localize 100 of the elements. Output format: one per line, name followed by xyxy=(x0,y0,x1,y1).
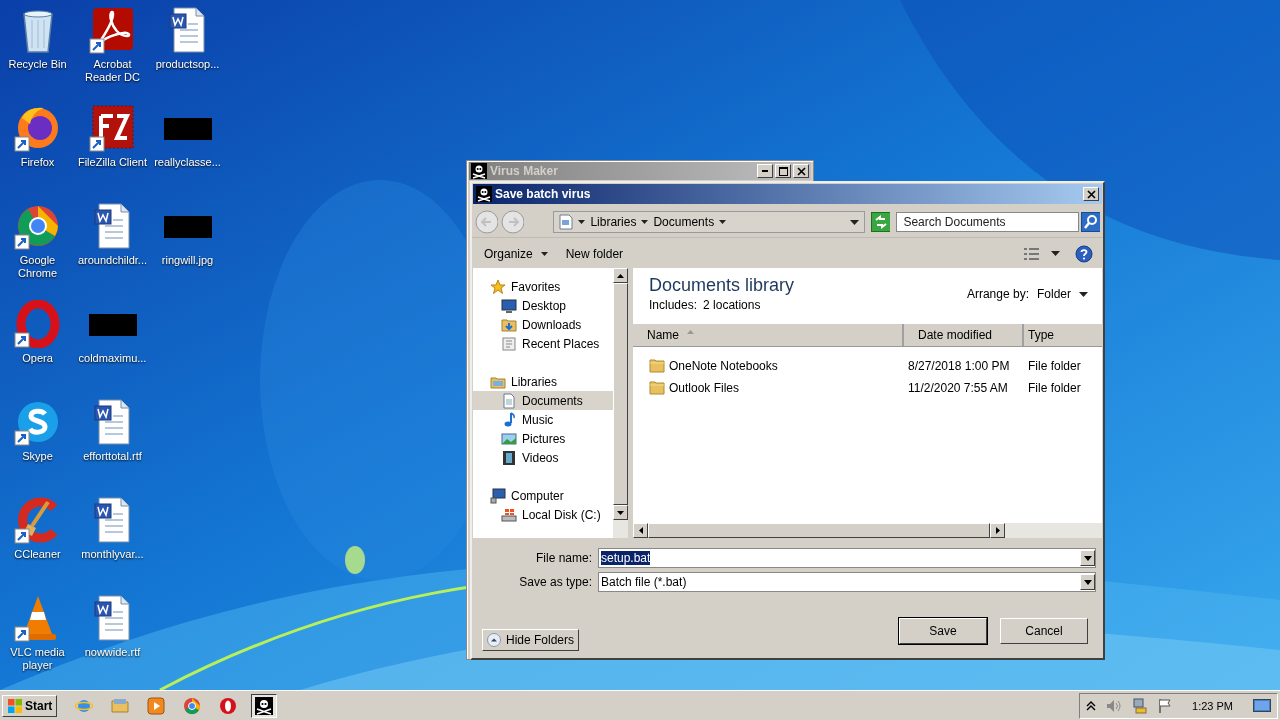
dialog-button[interactable]: Cancel xyxy=(1000,618,1088,644)
search-icon[interactable] xyxy=(1080,212,1100,232)
hide-folders-button[interactable]: Hide Folders xyxy=(482,629,580,651)
desktop-icon-label[interactable]: monthlyvar... xyxy=(75,548,150,561)
windows-logo-icon xyxy=(7,697,23,714)
tree-item[interactable]: Documents xyxy=(473,391,613,410)
download-folder-icon xyxy=(501,316,517,333)
start-button[interactable]: Start xyxy=(2,694,58,717)
chevron-up-icon[interactable] xyxy=(1086,700,1097,711)
tree-item[interactable]: Videos xyxy=(473,448,613,467)
dropdown-arrow-icon[interactable] xyxy=(540,252,548,256)
library-title: Documents library xyxy=(649,275,795,296)
arrange-dropdown[interactable]: Folder xyxy=(1033,285,1092,303)
breadcrumb-item[interactable]: Libraries xyxy=(590,215,637,229)
close-button[interactable] xyxy=(1083,187,1099,201)
tree-item[interactable]: Computer xyxy=(473,486,613,505)
tree-item[interactable]: Desktop xyxy=(473,296,613,315)
new-folder-button[interactable]: New folder xyxy=(561,245,628,263)
search-field[interactable]: Search Documents xyxy=(896,212,1079,232)
arrow-left-icon[interactable] xyxy=(638,527,643,534)
desktop-icon-label[interactable]: Acrobat Reader DC xyxy=(75,58,150,84)
picture-icon xyxy=(501,430,517,447)
chevron-up-icon xyxy=(487,633,501,647)
table-cell-text: File folder xyxy=(1027,381,1082,395)
column-header[interactable]: Date modified xyxy=(904,324,1024,346)
close-icon xyxy=(1086,189,1096,199)
window-title: Virus Maker xyxy=(490,164,559,178)
scrollbar[interactable] xyxy=(633,523,1102,538)
dropdown-arrow-icon[interactable] xyxy=(1079,291,1088,297)
dropdown-arrow-icon[interactable] xyxy=(1083,555,1092,561)
browser-icon xyxy=(183,696,202,715)
desktop-icon-label[interactable]: Firefox xyxy=(0,156,75,169)
breadcrumb-item[interactable]: Documents xyxy=(653,215,715,229)
dropdown-arrow-icon[interactable] xyxy=(641,220,649,224)
document-icon xyxy=(501,392,517,409)
desktop-icon-label[interactable]: Recycle Bin xyxy=(0,58,75,71)
dropdown-arrow-icon[interactable] xyxy=(719,220,727,224)
column-header[interactable]: Name xyxy=(633,324,904,346)
dropdown-arrow-icon[interactable] xyxy=(1083,579,1092,585)
file-name-cell[interactable]: Outlook Files xyxy=(633,380,904,396)
desktop-icon-label[interactable]: efforttotal.rtf xyxy=(75,450,150,463)
column-header[interactable]: Type xyxy=(1024,324,1102,346)
flag-icon[interactable] xyxy=(1158,697,1173,714)
file-name-cell[interactable]: OneNote Notebooks xyxy=(633,358,904,374)
refresh-button[interactable] xyxy=(871,212,891,232)
arrow-up-icon[interactable] xyxy=(617,273,624,278)
address-bar[interactable]: Libraries Documents xyxy=(553,211,866,233)
arrange-label: Arrange by: xyxy=(966,287,1029,301)
browser-icon xyxy=(219,696,238,715)
table-cell-text: 8/27/2018 1:00 PM xyxy=(907,359,1011,373)
desktop-icon-label[interactable]: FileZilla Client xyxy=(75,156,150,169)
monitor-icon xyxy=(501,297,517,314)
tree-item[interactable]: Local Disk (C:) xyxy=(473,505,613,524)
tree-item[interactable]: Favorites xyxy=(473,277,613,296)
document-icon xyxy=(559,214,574,230)
arrow-right-icon[interactable] xyxy=(995,527,1000,534)
desktop-icon-label[interactable]: aroundchildr... xyxy=(75,254,150,267)
ftp-app-icon[interactable] xyxy=(88,104,137,152)
desktop-icon-label[interactable]: CCleaner xyxy=(0,548,75,561)
network-icon[interactable] xyxy=(1132,697,1149,714)
desktop-icon-label[interactable]: VLC media player xyxy=(0,646,75,672)
minimize-icon xyxy=(762,170,768,172)
taskbar-button[interactable] xyxy=(251,693,278,718)
desktop-icon-label[interactable]: productsop... xyxy=(150,58,225,71)
star-icon xyxy=(490,278,506,295)
recent-places-icon xyxy=(501,335,517,352)
scrollbar[interactable] xyxy=(613,268,628,538)
tree-item[interactable]: Libraries xyxy=(473,372,613,391)
clock[interactable]: 1:23 PM xyxy=(1192,699,1233,712)
tree-item[interactable]: Downloads xyxy=(473,315,613,334)
close-button[interactable] xyxy=(793,164,809,178)
desktop-icon-label[interactable]: Opera xyxy=(0,352,75,365)
save-type-dropdown[interactable]: Batch file (*.bat) xyxy=(598,572,1096,592)
desktop-icon-label[interactable]: Google Chrome xyxy=(0,254,75,280)
dropdown-arrow-icon[interactable] xyxy=(1051,251,1061,257)
tree-item[interactable]: Music xyxy=(473,410,613,429)
minimize-button[interactable] xyxy=(757,164,773,178)
tree-item[interactable]: Recent Places xyxy=(473,334,613,353)
folder-icon xyxy=(649,358,665,374)
desktop-icon-label[interactable]: Skype xyxy=(0,450,75,463)
sort-ascending-icon xyxy=(687,330,694,334)
includes-value[interactable]: 2 locations xyxy=(703,298,761,312)
maximize-button[interactable] xyxy=(775,164,791,178)
arrow-down-icon[interactable] xyxy=(617,510,624,515)
folder-icon xyxy=(111,696,130,715)
desktop-icon-label[interactable]: reallyclasse... xyxy=(150,156,225,169)
dropdown-arrow-icon[interactable] xyxy=(578,220,586,224)
desktop-icon-label[interactable]: ringwill.jpg xyxy=(150,254,225,267)
organize-button[interactable]: Organize xyxy=(480,245,552,263)
browser-icon[interactable] xyxy=(13,300,62,348)
computer-icon xyxy=(490,487,506,504)
desktop-icon-label[interactable]: coldmaximu... xyxy=(75,352,150,365)
dropdown-arrow-icon[interactable] xyxy=(850,219,860,225)
help-icon[interactable] xyxy=(1075,245,1093,263)
view-list-icon[interactable] xyxy=(1023,247,1041,261)
dialog-button[interactable]: Save xyxy=(899,618,987,644)
file-name-field[interactable]: setup.bat xyxy=(598,548,1096,568)
show-desktop-icon[interactable] xyxy=(1253,697,1271,714)
skull-crossbones-icon xyxy=(476,186,492,202)
tree-item[interactable]: Pictures xyxy=(473,429,613,448)
